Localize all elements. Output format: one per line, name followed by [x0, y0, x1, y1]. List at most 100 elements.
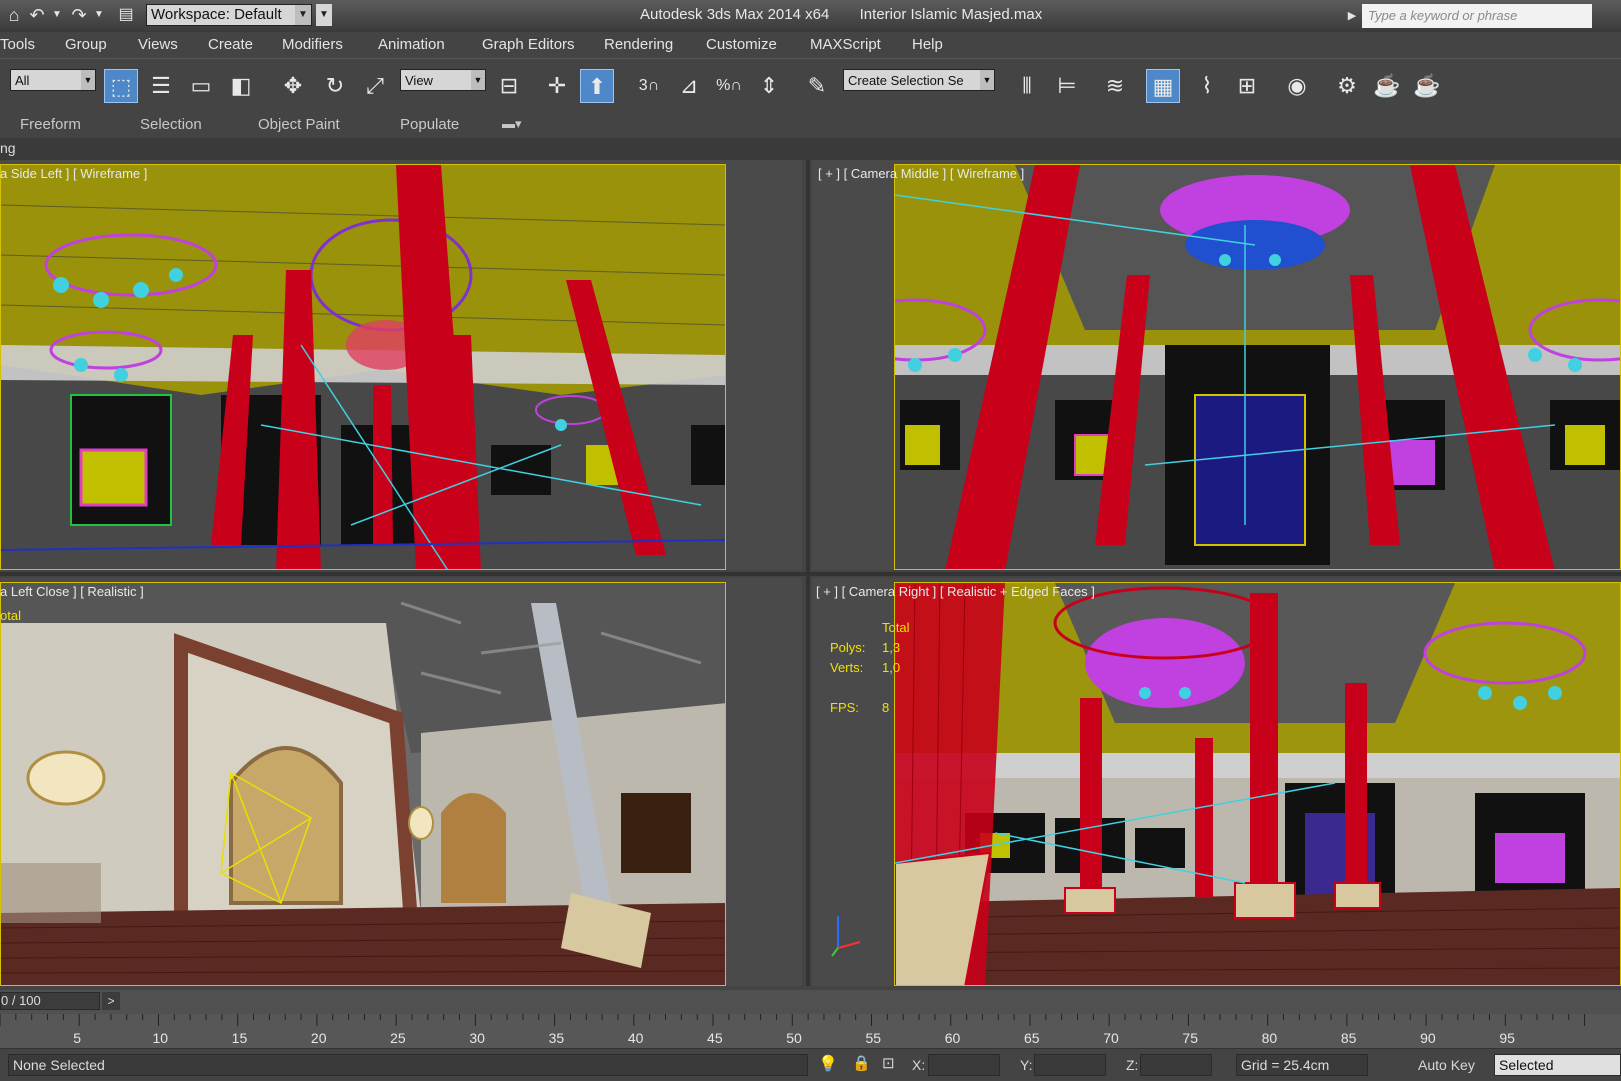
select-and-scale-icon[interactable]: ⤢ [358, 69, 392, 103]
select-and-rotate-icon[interactable]: ↻ [318, 69, 352, 103]
ribbon-options-icon[interactable]: ▬▾ [502, 116, 522, 132]
redo-dropdown-icon[interactable]: ▼ [92, 4, 106, 26]
menu-modifiers[interactable]: Modifiers [282, 36, 343, 53]
menu-help[interactable]: Help [912, 36, 943, 53]
timeline-tick-label: 30 [469, 1030, 485, 1046]
chevron-down-icon: ▼ [471, 70, 485, 90]
timeline-tick-label: 90 [1420, 1030, 1436, 1046]
viewport-render-area[interactable] [0, 164, 726, 570]
workspace-dropdown[interactable]: Workspace: Default ▼ [146, 4, 312, 26]
realistic-scene [1, 583, 725, 985]
chevron-down-icon: ▼ [295, 5, 311, 25]
viewport-divider-horizontal[interactable] [0, 572, 1621, 576]
select-and-move-icon[interactable]: ✥ [276, 69, 310, 103]
select-by-name-icon[interactable]: ☰ [144, 69, 178, 103]
next-frame-button[interactable]: > [102, 992, 120, 1010]
selection-lock-icon[interactable]: 🔒 [852, 1054, 871, 1072]
angle-snap-icon[interactable]: ⊿ [672, 69, 706, 103]
menu-customize[interactable]: Customize [706, 36, 777, 53]
curve-editor-icon[interactable]: ⌇ [1190, 69, 1224, 103]
select-object-icon[interactable]: ⬚ [104, 69, 138, 103]
menu-maxscript[interactable]: MAXScript [810, 36, 881, 53]
align-icon[interactable]: ⊨ [1050, 69, 1084, 103]
app-menu-icon[interactable]: ⌂ [4, 4, 24, 26]
viewport-render-area[interactable] [894, 164, 1621, 570]
render-setup-icon[interactable]: ⚙ [1330, 69, 1364, 103]
viewport-left-close[interactable]: a Left Close ] [ Realistic ] otal [0, 578, 802, 986]
material-editor-icon[interactable]: ◉ [1280, 69, 1314, 103]
named-selection-set-dropdown[interactable]: Create Selection Se ▼ [843, 69, 995, 91]
grid-size: Grid = 25.4cm [1236, 1054, 1368, 1076]
menu-graph-editors[interactable]: Graph Editors [482, 36, 575, 53]
absolute-mode-icon[interactable]: ⊡ [882, 1054, 895, 1072]
timeline-tick-label: 65 [1023, 1030, 1040, 1046]
percent-snap-icon[interactable]: %∩ [712, 69, 746, 103]
auto-key-button[interactable]: Auto Key [1418, 1057, 1475, 1073]
search-input[interactable]: Type a keyword or phrase [1362, 4, 1592, 28]
chevron-down-icon: ▼ [980, 70, 994, 90]
scene-explorer-icon[interactable]: ▦ [1146, 69, 1180, 103]
render-production-icon[interactable]: ☕ [1410, 69, 1444, 103]
viewport-camera-right[interactable]: [ + ] [ Camera Right ] [ Realistic + Edg… [812, 578, 1621, 986]
schematic-view-icon[interactable]: ⊞ [1230, 69, 1264, 103]
undo-icon[interactable]: ↶ [26, 4, 48, 26]
menu-tools[interactable]: Tools [0, 36, 35, 53]
selection-filter-dropdown[interactable]: All ▼ [10, 69, 96, 91]
tab-populate[interactable]: Populate [400, 116, 459, 133]
reference-coordinate-dropdown[interactable]: View ▼ [400, 69, 486, 91]
ribbon-panel-label: ng [0, 140, 16, 156]
named-selection-set-value: Create Selection Se [848, 73, 964, 88]
viewport-render-area[interactable] [0, 582, 726, 986]
timeline-tick-label: 70 [1103, 1030, 1119, 1046]
axis-tripod-icon [831, 916, 861, 957]
redo-icon[interactable]: ↷ [68, 4, 90, 26]
edit-named-selection-icon[interactable]: ✎ [800, 69, 834, 103]
app-title: Autodesk 3ds Max 2014 x64 [640, 6, 830, 23]
z-coordinate-field[interactable] [1140, 1054, 1212, 1076]
snaps-toggle-icon[interactable]: 3∩ [632, 69, 666, 103]
y-coordinate-field[interactable] [1034, 1054, 1106, 1076]
timeline-tick-label: 20 [310, 1030, 327, 1046]
ribbon-panel: ng [0, 138, 1621, 160]
menu-create[interactable]: Create [208, 36, 253, 53]
timeline[interactable]: 0 / 100 > 5 10 15 20 25 30 35 40 45 50 55 60 65 70 75 8… [0, 990, 1621, 1048]
rendered-frame-window-icon[interactable]: ☕ [1370, 69, 1404, 103]
project-folder-icon[interactable]: ▤ [114, 4, 138, 26]
undo-dropdown-icon[interactable]: ▼ [50, 4, 64, 26]
layer-manager-icon[interactable]: ≋ [1098, 69, 1132, 103]
window-crossing-icon[interactable]: ◧ [224, 69, 258, 103]
time-slider[interactable]: 0 / 100 [0, 992, 100, 1010]
search-expand-icon[interactable]: ▶ [1345, 4, 1359, 28]
mirror-icon[interactable]: ⫴ [1010, 69, 1044, 103]
viewport-label[interactable]: a Side Left ] [ Wireframe ] [0, 166, 147, 181]
viewport-label[interactable]: a Left Close ] [ Realistic ] [0, 584, 144, 599]
x-coordinate-field[interactable] [928, 1054, 1000, 1076]
stat-polys-value: 1,3 [882, 640, 901, 655]
menu-animation[interactable]: Animation [378, 36, 445, 53]
z-label: Z: [1126, 1057, 1139, 1073]
viewport-label[interactable]: [ + ] [ Camera Right ] [ Realistic + Edg… [816, 584, 1095, 599]
status-bar: None Selected 💡 🔒 ⊡ X: Y: Z: Grid = 25.4… [0, 1048, 1621, 1081]
tab-selection[interactable]: Selection [140, 116, 202, 133]
menu-views[interactable]: Views [138, 36, 178, 53]
tab-object-paint[interactable]: Object Paint [258, 116, 340, 133]
tab-freeform[interactable]: Freeform [20, 116, 81, 133]
quick-access-dropdown[interactable]: ▼ [316, 4, 332, 26]
isolate-selection-icon[interactable]: 💡 [818, 1054, 838, 1074]
viewport-render-area[interactable] [894, 582, 1621, 986]
menu-bar: Tools Group Views Create Modifiers Anima… [0, 32, 1621, 58]
viewport-camera-middle[interactable]: [ + ] [ Camera Middle ] [ Wireframe ] [812, 160, 1621, 570]
pivot-center-icon[interactable]: ⊟ [492, 69, 526, 103]
viewport-label[interactable]: [ + ] [ Camera Middle ] [ Wireframe ] [818, 166, 1024, 181]
selected-key-filter-dropdown[interactable]: Selected [1494, 1054, 1621, 1076]
viewport-side-left[interactable]: a Side Left ] [ Wireframe ] [0, 160, 802, 570]
manipulate-icon[interactable]: ✛ [540, 69, 574, 103]
chevron-down-icon: ▼ [81, 70, 95, 90]
stat-fps-value: 8 [882, 700, 890, 715]
timeline-tick-label: 60 [944, 1030, 961, 1046]
menu-group[interactable]: Group [65, 36, 107, 53]
menu-rendering[interactable]: Rendering [604, 36, 673, 53]
keyboard-shortcut-override-icon[interactable]: ⬆ [580, 69, 614, 103]
spinner-snap-icon[interactable]: ⇕ [752, 69, 786, 103]
rectangular-selection-icon[interactable]: ▭ [184, 69, 218, 103]
